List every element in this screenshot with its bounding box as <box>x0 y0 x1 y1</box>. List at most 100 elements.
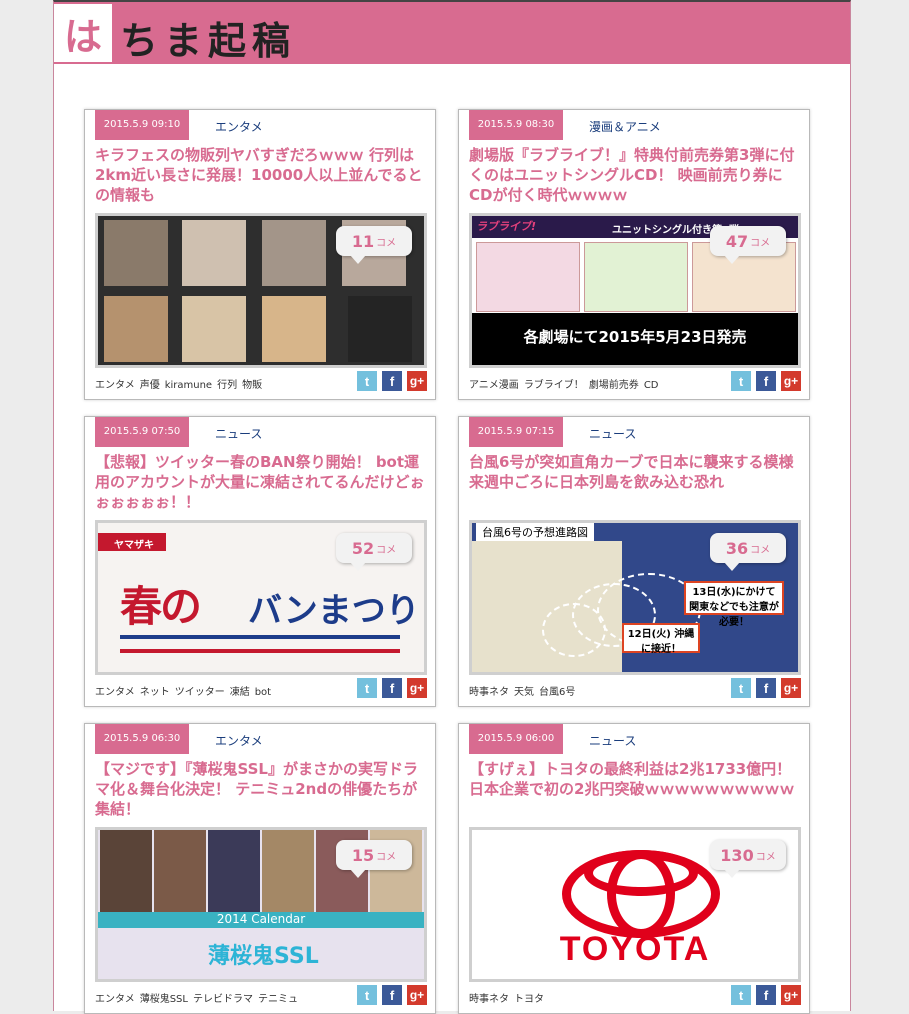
tag-list: 時事ネタ トヨタ <box>469 990 549 1005</box>
tag[interactable]: 凍結 <box>230 687 250 698</box>
article-title[interactable]: キラフェスの物販列ヤバすぎだろｗｗｗ 行列は2km近い長さに発展！10000人以… <box>95 145 429 205</box>
google-plus-icon[interactable]: g+ <box>781 678 801 698</box>
tag[interactable]: 時事ネタ <box>469 687 509 698</box>
category-link[interactable]: 漫画＆アニメ <box>589 118 661 135</box>
tag[interactable]: エンタメ <box>95 687 135 698</box>
comment-count-bubble[interactable]: 47 コメ <box>710 226 786 264</box>
google-plus-icon[interactable]: g+ <box>407 678 427 698</box>
comment-count-bubble[interactable]: 36 コメ <box>710 533 786 571</box>
comment-count: 15 <box>351 845 375 865</box>
date-badge: 2015.5.9 07:50 <box>95 417 189 447</box>
article-title[interactable]: 【すげぇ】トヨタの最終利益は2兆1733億円！日本企業で初の2兆円突破ｗｗｗｗｗ… <box>469 759 803 799</box>
comment-unit: コメ <box>376 237 397 249</box>
tag[interactable]: アニメ漫画 <box>469 380 519 391</box>
twitter-icon[interactable]: t <box>731 678 751 698</box>
thumb-release-text: 各劇場にて2015年5月23日発売 <box>523 328 747 346</box>
tag[interactable]: テレビドラマ <box>193 994 253 1005</box>
comment-count-bubble[interactable]: 15 コメ <box>336 840 412 878</box>
google-plus-icon[interactable]: g+ <box>781 985 801 1005</box>
article-thumbnail[interactable]: ヤマザキ 春の バンまつり 52 コメ <box>95 520 427 675</box>
category-link[interactable]: エンタメ <box>215 732 263 749</box>
comment-count: 36 <box>725 538 749 558</box>
article-title[interactable]: 【マジです】『薄桜鬼SSL』がまさかの実写ドラマ化＆舞台化決定！ テニミュ2nd… <box>95 759 429 819</box>
article-title[interactable]: 【悲報】ツイッター春のBAN祭り開始！ bot運用のアカウントが大量に凍結されて… <box>95 452 429 512</box>
article-card: 2015.5.9 07:15 ニュース 台風6号が突如直角カーブで日本に襲来する… <box>458 416 810 707</box>
facebook-icon[interactable]: f <box>756 371 776 391</box>
comment-count-bubble[interactable]: 11 コメ <box>336 226 412 264</box>
tag[interactable]: ラブライブ！ <box>524 380 584 391</box>
tag[interactable]: ツイッター <box>175 687 225 698</box>
category-link[interactable]: ニュース <box>589 732 636 749</box>
tag[interactable]: トヨタ <box>514 994 544 1005</box>
article-card: 2015.5.9 06:30 エンタメ 【マジです】『薄桜鬼SSL』がまさかの実… <box>84 723 436 1014</box>
tag-list: エンタメ 声優 kiramune 行列 物販 <box>95 376 267 391</box>
share-buttons: t f g+ <box>731 985 801 1005</box>
thumb-logo: 薄桜鬼SSL <box>208 944 319 969</box>
facebook-icon[interactable]: f <box>756 678 776 698</box>
article-thumbnail[interactable]: ラブライブ! ユニットシングル付き第3弾 各劇場にて2015年5月23日発売 4… <box>469 213 801 368</box>
comment-count-bubble[interactable]: 130 コメ <box>710 840 786 878</box>
facebook-icon[interactable]: f <box>382 371 402 391</box>
article-thumbnail[interactable]: TOYOTA 130 コメ <box>469 827 801 982</box>
thumb-brand-word: TOYOTA <box>559 930 711 968</box>
twitter-icon[interactable]: t <box>731 371 751 391</box>
tag[interactable]: 台風6号 <box>539 687 575 698</box>
tag[interactable]: 天気 <box>514 687 534 698</box>
category-link[interactable]: ニュース <box>215 425 262 442</box>
tag[interactable]: CD <box>644 380 659 391</box>
comment-unit: コメ <box>750 237 771 249</box>
share-buttons: t f g+ <box>357 371 427 391</box>
date-badge: 2015.5.9 09:10 <box>95 110 189 140</box>
facebook-icon[interactable]: f <box>382 985 402 1005</box>
thumb-map-title: 台風6号の予想進路図 <box>476 523 594 541</box>
tag[interactable]: 劇場前売券 <box>589 380 639 391</box>
article-thumbnail[interactable]: 台風6号の予想進路図 13日(水)にかけて 関東などでも注意が必要！ 12日(火… <box>469 520 801 675</box>
facebook-icon[interactable]: f <box>756 985 776 1005</box>
tag[interactable]: 行列 <box>217 380 237 391</box>
article-thumbnail[interactable]: 11 コメ <box>95 213 427 368</box>
site-logo-text[interactable]: ちま起稿 <box>120 10 296 65</box>
comment-unit: コメ <box>755 851 776 863</box>
category-link[interactable]: エンタメ <box>215 118 263 135</box>
article-title[interactable]: 台風6号が突如直角カーブで日本に襲来する模様 来週中ごろに日本列島を飲み込む恐れ <box>469 452 809 492</box>
twitter-icon[interactable]: t <box>357 985 377 1005</box>
comment-count-bubble[interactable]: 52 コメ <box>336 533 412 571</box>
tag[interactable]: 物販 <box>242 380 262 391</box>
tag[interactable]: kiramune <box>165 380 212 391</box>
tag[interactable]: bot <box>255 687 271 698</box>
thumb-note-okinawa: 12日(火) 沖縄に接近！ <box>622 623 700 655</box>
facebook-icon[interactable]: f <box>382 678 402 698</box>
tag[interactable]: エンタメ <box>95 380 135 391</box>
tag[interactable]: 時事ネタ <box>469 994 509 1005</box>
comment-count: 47 <box>725 231 749 251</box>
thumb-brand: ヤマザキ <box>114 540 154 551</box>
tag[interactable]: エンタメ <box>95 994 135 1005</box>
tag[interactable]: テニミュ <box>258 994 298 1005</box>
twitter-icon[interactable]: t <box>731 985 751 1005</box>
google-plus-icon[interactable]: g+ <box>407 985 427 1005</box>
share-buttons: t f g+ <box>357 985 427 1005</box>
tag[interactable]: 声優 <box>140 380 160 391</box>
article-title[interactable]: 劇場版『ラブライブ！』特典付前売券第3弾に付くのはユニットシングルCD！ 映画前… <box>469 145 803 205</box>
thumb-sub-text: バンまつり <box>248 591 420 631</box>
article-card: 2015.5.9 08:30 漫画＆アニメ 劇場版『ラブライブ！』特典付前売券第… <box>458 109 810 400</box>
google-plus-icon[interactable]: g+ <box>781 371 801 391</box>
thumb-main-text: 春の <box>120 582 202 631</box>
thumb-calendar-label: 2014 Calendar <box>98 912 424 928</box>
site-logo-mark[interactable]: は <box>54 4 112 62</box>
article-thumbnail[interactable]: 2014 Calendar 薄桜鬼SSL 15 コメ <box>95 827 427 982</box>
date-badge: 2015.5.9 06:30 <box>95 724 189 754</box>
google-plus-icon[interactable]: g+ <box>407 371 427 391</box>
category-link[interactable]: ニュース <box>589 425 636 442</box>
toyota-logo-ring <box>584 850 698 896</box>
tag[interactable]: 薄桜鬼SSL <box>140 994 188 1005</box>
date-badge: 2015.5.9 08:30 <box>469 110 563 140</box>
share-buttons: t f g+ <box>731 371 801 391</box>
tag-list: エンタメ ネット ツイッター 凍結 bot <box>95 683 276 698</box>
twitter-icon[interactable]: t <box>357 678 377 698</box>
thumb-brand-bar: ヤマザキ <box>98 533 166 551</box>
twitter-icon[interactable]: t <box>357 371 377 391</box>
tag[interactable]: ネット <box>140 687 170 698</box>
article-card: 2015.5.9 09:10 エンタメ キラフェスの物販列ヤバすぎだろｗｗｗ 行… <box>84 109 436 400</box>
comment-count: 130 <box>720 845 754 865</box>
